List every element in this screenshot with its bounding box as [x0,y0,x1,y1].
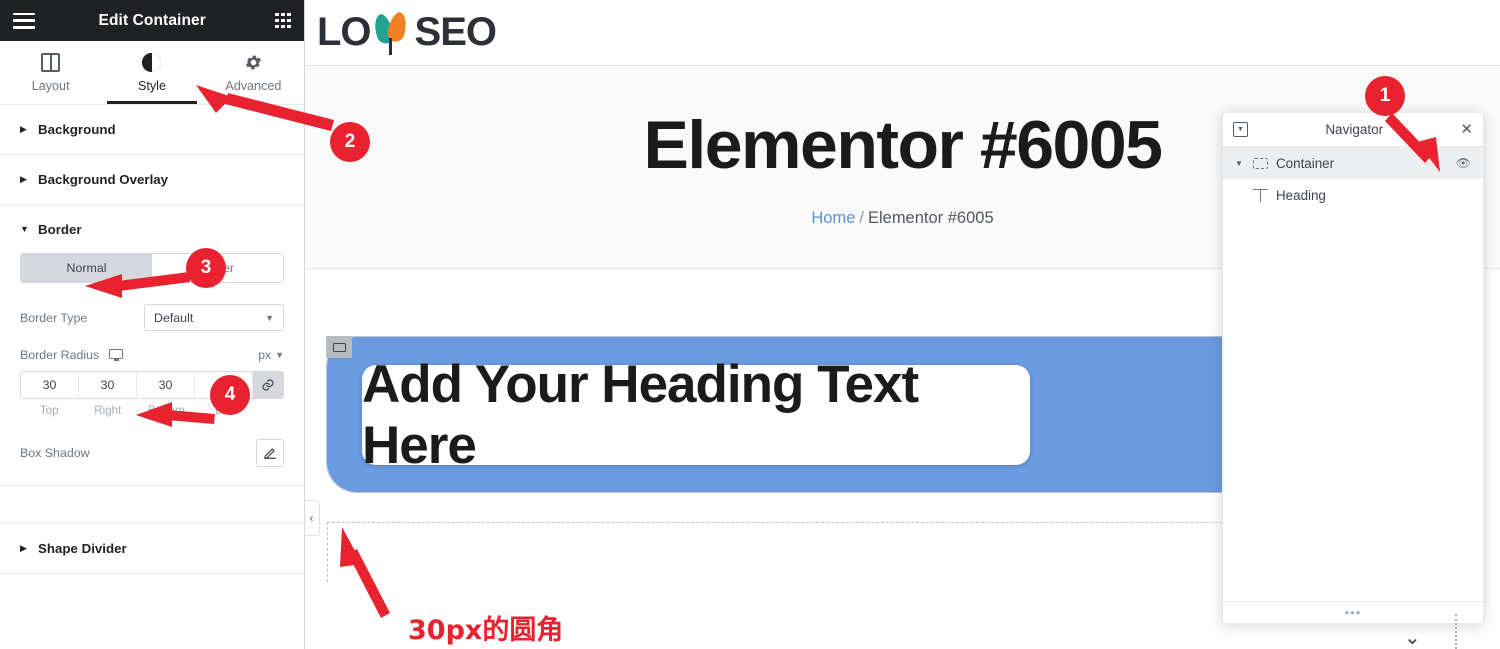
border-tab-normal[interactable]: Normal [21,254,152,282]
loyseo-logo[interactable]: LO SEO [317,9,497,56]
monitor-icon[interactable] [109,349,124,361]
link-icon[interactable] [253,372,283,398]
logo-text-left: LO [317,10,372,54]
navigator-item-heading[interactable]: Heading [1223,179,1483,211]
section-background[interactable]: ▶ Background [0,105,304,155]
radius-label-bottom: Bottom [147,404,185,417]
heading-widget[interactable]: Add Your Heading Text Here [362,355,1030,475]
tab-layout-label: Layout [31,79,70,93]
tab-style-label: Style [137,79,166,93]
panel-spacer [0,486,304,524]
navigator-panel: ▼ Navigator ✕ ▼ Container 👁 Heading ••• [1222,112,1484,624]
container-icon [1253,157,1268,169]
box-shadow-row: Box Shadow [20,439,284,467]
panel-header: Edit Container [0,0,304,41]
chevron-right-icon: ▶ [20,124,27,134]
border-type-value: Default [154,310,194,325]
navigator-item-heading-label: Heading [1276,187,1326,203]
tab-advanced[interactable]: Advanced [203,41,304,104]
section-background-label: Background [38,122,116,137]
border-type-select[interactable]: Default ▼ [144,304,284,331]
section-border[interactable]: ▼ Border [0,205,304,247]
annotation-badge-4: 4 [210,375,250,415]
navigator-title: Navigator [1325,122,1384,137]
radius-label-top: Top [39,404,59,417]
dotted-guide [1455,614,1457,649]
breadcrumb-current: Elementor #6005 [867,209,994,228]
panel-tabs: Layout Style Advanced [0,41,304,105]
box-shadow-label: Box Shadow [20,446,90,460]
annotation-badge-2: 2 [330,122,370,162]
border-type-row: Border Type Default ▼ [20,304,284,331]
site-header: LO SEO [305,0,1500,66]
chevron-down-icon[interactable]: ⌄ [1404,628,1421,648]
annotation-note: 30px的圆角 [408,615,564,646]
border-radius-label: Border Radius [20,348,100,362]
annotation-badge-1: 1 [1365,76,1405,116]
chevron-right-icon: ▶ [20,543,27,553]
border-state-tabs: Normal Hover [20,253,284,283]
pencil-icon[interactable] [256,439,284,467]
navigator-header: ▼ Navigator ✕ [1223,113,1483,147]
chevron-down-icon: ▼ [20,224,29,234]
chevron-down-icon[interactable]: ▼ [1235,159,1245,168]
section-background-overlay-label: Background Overlay [38,172,169,187]
chevron-down-icon: ▼ [275,350,284,360]
radius-label-right: Right [94,404,122,417]
section-shape-divider-label: Shape Divider [38,541,127,556]
border-controls: Normal Hover Border Type Default ▼ Borde… [0,247,304,486]
navigator-item-container-label: Container [1276,155,1335,171]
heading-text: Add Your Heading Text Here [362,354,919,475]
navigator-resize-handle[interactable]: ••• [1223,601,1483,623]
logo-text-right: SEO [414,10,497,54]
container-handle-icon[interactable] [326,336,352,359]
breadcrumb-home-link[interactable]: Home [811,209,855,227]
navigator-tree: ▼ Container 👁 Heading [1223,147,1483,601]
radius-bottom-input[interactable]: 30 [137,372,195,398]
columns-icon [41,52,61,72]
tab-layout[interactable]: Layout [0,41,101,104]
heading-icon [1253,188,1268,202]
eye-icon[interactable]: 👁 [1456,156,1471,170]
section-shape-divider[interactable]: ▶ Shape Divider [0,524,304,574]
panel-collapse-button[interactable]: ‹ [304,500,320,536]
navigator-item-container[interactable]: ▼ Container 👁 [1223,147,1483,179]
tab-advanced-label: Advanced [225,79,282,93]
section-border-label: Border [38,222,82,237]
unit-value: px [258,348,272,362]
border-radius-header: Border Radius px ▼ [20,348,284,362]
radius-top-input[interactable]: 30 [21,372,79,398]
section-background-overlay[interactable]: ▶ Background Overlay [0,155,304,205]
radius-right-input[interactable]: 30 [79,372,137,398]
gear-icon [244,52,263,72]
breadcrumb-separator: / [859,209,864,228]
apps-grid-icon[interactable] [275,12,291,29]
unit-selector[interactable]: px ▼ [258,348,284,362]
contrast-icon [142,52,162,72]
border-type-label: Border Type [20,310,88,325]
tab-style[interactable]: Style [101,41,202,104]
logo-leaf-icon [370,9,415,56]
editor-panel: Edit Container Layout Style Advanced ▶ B… [0,0,305,649]
panel-title: Edit Container [98,11,206,29]
chevron-down-icon: ▼ [265,312,274,323]
close-icon[interactable]: ✕ [1460,122,1473,137]
dock-icon[interactable]: ▼ [1233,122,1248,137]
annotation-badge-3: 3 [186,248,226,288]
chevron-right-icon: ▶ [20,174,27,184]
